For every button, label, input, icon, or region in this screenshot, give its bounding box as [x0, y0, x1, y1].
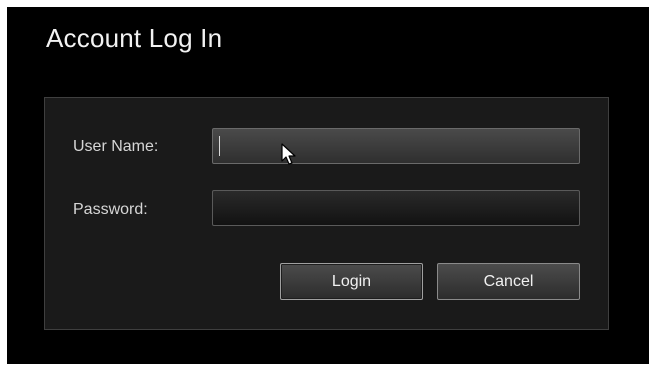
password-input[interactable] [212, 190, 580, 226]
mouse-pointer-icon [281, 143, 296, 165]
login-form-panel: User Name: Password: Login Cancel [44, 97, 609, 330]
login-dialog: Account Log In User Name: Password: Logi… [7, 7, 649, 364]
username-label: User Name: [73, 138, 159, 155]
dialog-title: Account Log In [46, 23, 223, 53]
cancel-button[interactable]: Cancel [437, 263, 580, 300]
text-caret [219, 136, 220, 156]
password-label: Password: [73, 201, 148, 218]
username-input[interactable] [212, 128, 580, 164]
login-button[interactable]: Login [280, 263, 423, 300]
